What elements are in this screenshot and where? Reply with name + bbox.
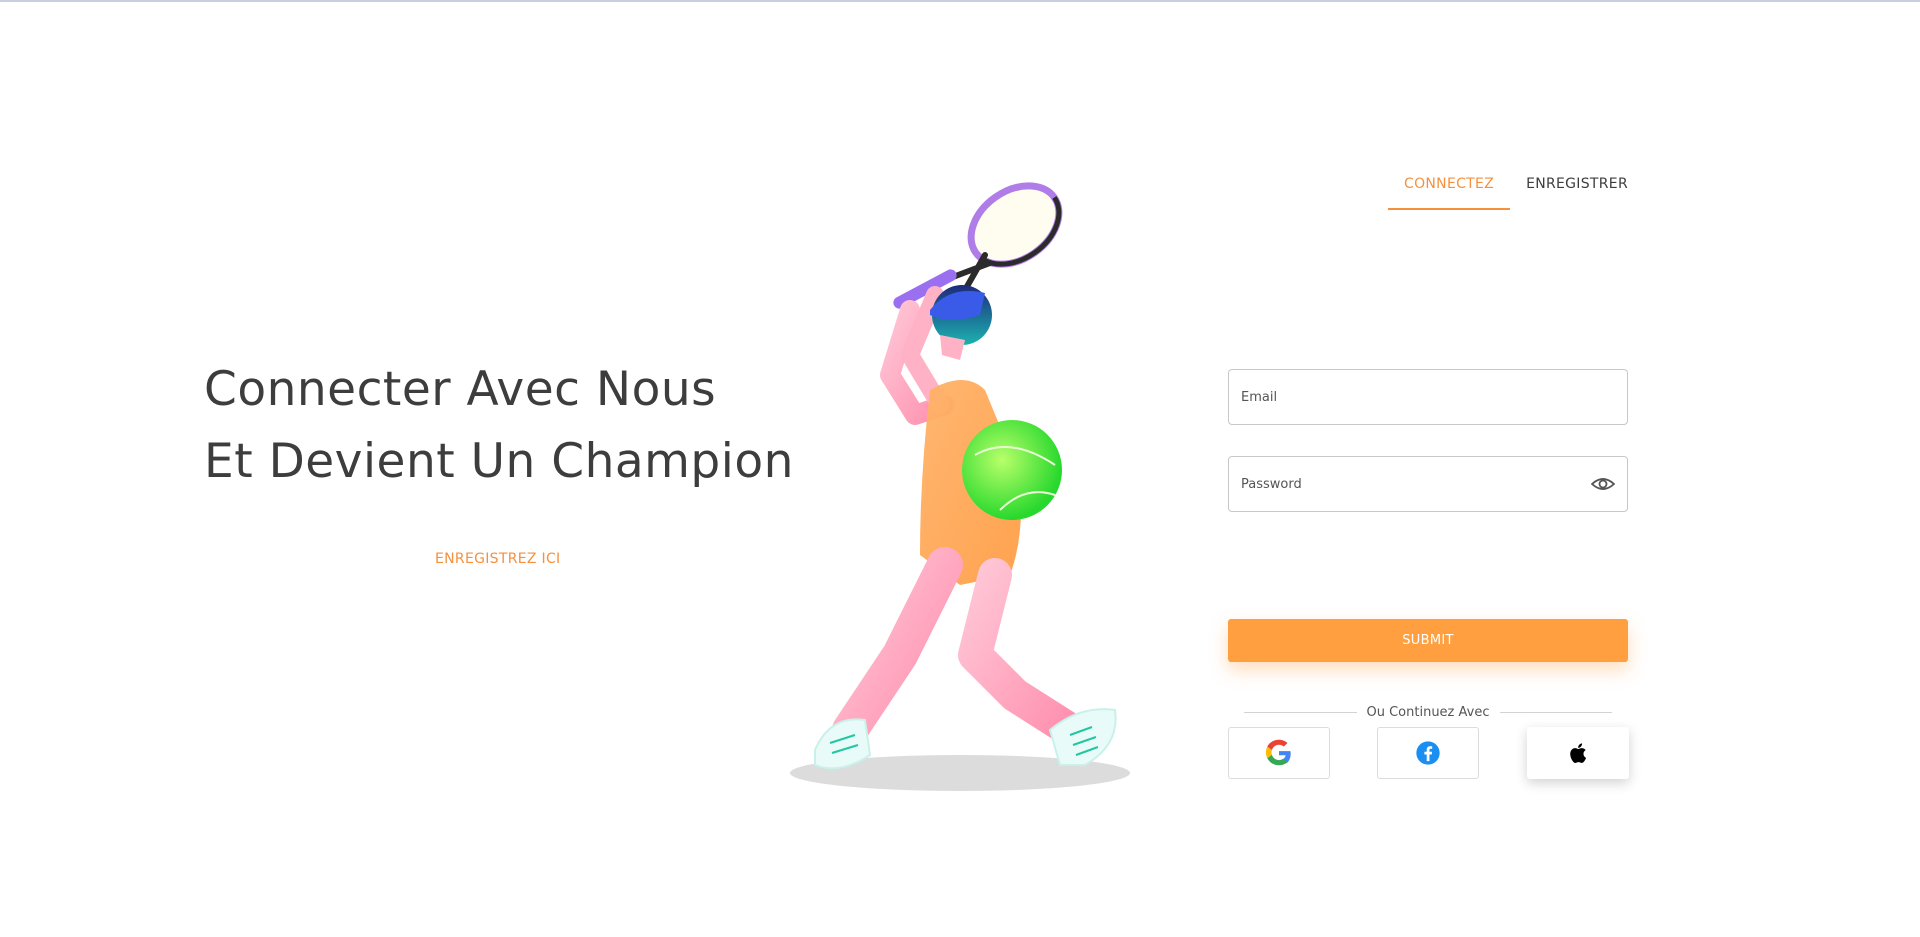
auth-tabs: CONNECTEZ ENREGISTRER	[1388, 168, 1644, 210]
eye-icon[interactable]	[1591, 472, 1615, 496]
facebook-login-button[interactable]	[1377, 727, 1479, 779]
tab-enregistrer[interactable]: ENREGISTRER	[1510, 168, 1644, 210]
divider-line-right	[1499, 712, 1612, 713]
google-icon	[1265, 739, 1291, 766]
hero-headline: Connecter Avec Nous Et Devient Un Champi…	[204, 354, 794, 498]
tab-connectez[interactable]: CONNECTEZ	[1388, 168, 1511, 210]
top-border	[0, 0, 1920, 2]
email-input[interactable]	[1241, 389, 1615, 405]
tennis-player-illustration	[790, 182, 1130, 791]
register-here-link[interactable]: ENREGISTREZ ICI	[435, 551, 560, 567]
divider-line-left	[1244, 712, 1357, 713]
submit-button[interactable]: SUBMIT	[1228, 619, 1628, 662]
social-divider: Ou Continuez Avec	[1244, 705, 1612, 720]
apple-login-button[interactable]	[1527, 727, 1629, 779]
facebook-icon	[1416, 741, 1440, 765]
password-input[interactable]	[1241, 476, 1591, 492]
divider-text: Ou Continuez Avec	[1366, 705, 1490, 720]
headline-line-1: Connecter Avec Nous	[204, 362, 717, 417]
password-field-wrapper	[1228, 456, 1628, 512]
google-login-button[interactable]	[1228, 727, 1330, 779]
apple-icon	[1570, 743, 1587, 763]
headline-line-2: Et Devient Un Champion	[204, 434, 794, 489]
email-field-wrapper	[1228, 369, 1628, 425]
